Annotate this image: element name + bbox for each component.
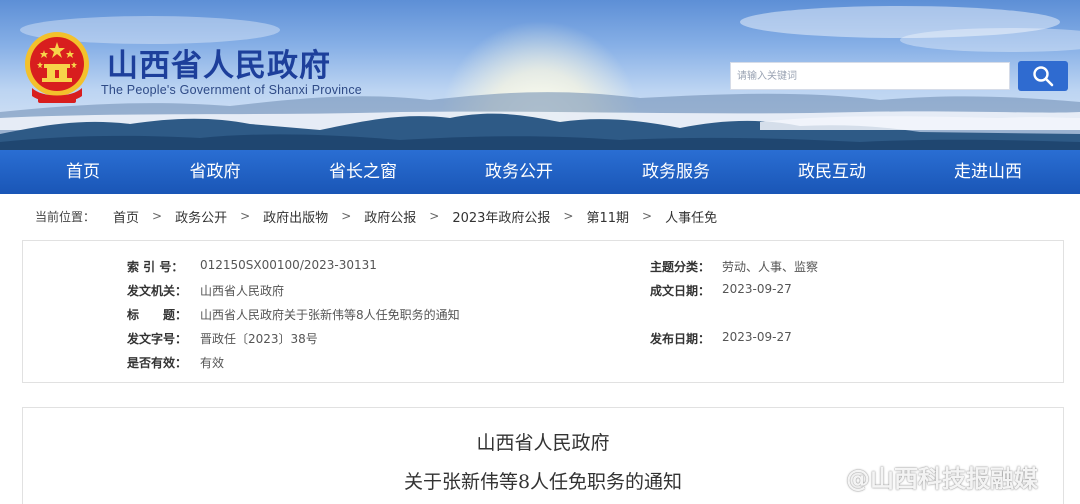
validity-label: 是否有效： <box>127 356 188 370</box>
breadcrumb-separator: > <box>341 209 352 223</box>
document-title-value: 山西省人民政府关于张新伟等8人任免职务的通知 <box>200 308 460 322</box>
breadcrumb-separator: > <box>563 209 574 223</box>
breadcrumb: 当前位置： 首页 > 政务公开 > 政府出版物 > 政府公报 > 2023年政府… <box>35 206 717 226</box>
issuing-authority-label: 发文机关： <box>127 284 188 298</box>
index-number-label: 索 引 号： <box>127 260 184 274</box>
nav-item-provincial-government[interactable]: 省政府 <box>170 150 260 194</box>
breadcrumb-item-home[interactable]: 首页 <box>113 207 139 226</box>
publish-date-label: 发布日期： <box>650 332 711 346</box>
nav-item-government-affairs[interactable]: 政务公开 <box>469 150 569 194</box>
nav-item-about-shanxi[interactable]: 走进山西 <box>938 150 1038 194</box>
national-emblem-icon <box>25 32 89 103</box>
breadcrumb-separator: > <box>152 209 163 223</box>
validity-value: 有效 <box>200 356 225 370</box>
publish-date-value: 2023-09-27 <box>722 330 792 344</box>
search-button[interactable] <box>1018 61 1068 91</box>
nav-item-government-services[interactable]: 政务服务 <box>626 150 726 194</box>
header-banner: 山西省人民政府 The People's Government of Shanx… <box>0 0 1080 150</box>
breadcrumb-label: 当前位置： <box>35 209 96 224</box>
issuing-authority-value: 山西省人民政府 <box>200 284 285 298</box>
breadcrumb-separator: > <box>240 209 251 223</box>
nav-item-home[interactable]: 首页 <box>38 150 128 194</box>
document-number-label: 发文字号： <box>127 332 188 346</box>
index-number-value: 012150SX00100/2023-30131 <box>200 258 377 272</box>
watermark: @山西科技报融媒 <box>806 458 1038 494</box>
search-icon <box>1033 66 1054 87</box>
nav-item-governor-window[interactable]: 省长之窗 <box>313 150 413 194</box>
breadcrumb-item-gazette[interactable]: 政府公报 <box>364 207 416 226</box>
site-title: 山西省人民政府 <box>107 48 331 84</box>
breadcrumb-separator: > <box>429 209 440 223</box>
watermark-text: @山西科技报融媒 <box>846 464 1038 493</box>
main-nav: 首页 省政府 省长之窗 政务公开 政务服务 政民互动 走进山西 <box>0 150 1080 194</box>
document-title-label: 标 题： <box>127 308 188 322</box>
topic-category-value: 劳动、人事、监察 <box>722 260 819 274</box>
weibo-icon <box>806 465 840 490</box>
creation-date-value: 2023-09-27 <box>722 282 792 296</box>
breadcrumb-item-government-affairs[interactable]: 政务公开 <box>175 207 227 226</box>
search-input[interactable] <box>730 62 1010 90</box>
breadcrumb-item-2023-gazette[interactable]: 2023年政府公报 <box>452 207 550 226</box>
nav-item-public-interaction[interactable]: 政民互动 <box>782 150 882 194</box>
topic-category-label: 主题分类： <box>650 260 711 274</box>
breadcrumb-item-publications[interactable]: 政府出版物 <box>263 207 328 226</box>
document-number-value: 晋政任〔2023〕38号 <box>200 332 318 346</box>
document-issuer-heading: 山西省人民政府 <box>476 432 610 454</box>
breadcrumb-separator: > <box>642 209 653 223</box>
creation-date-label: 成文日期： <box>650 284 711 298</box>
breadcrumb-item-personnel[interactable]: 人事任免 <box>665 207 717 226</box>
document-metadata-panel: 索 引 号： 012150SX00100/2023-30131 发文机关： 山西… <box>22 240 1064 383</box>
breadcrumb-item-issue-11[interactable]: 第11期 <box>586 207 629 226</box>
site-subtitle: The People's Government of Shanxi Provin… <box>101 83 362 97</box>
